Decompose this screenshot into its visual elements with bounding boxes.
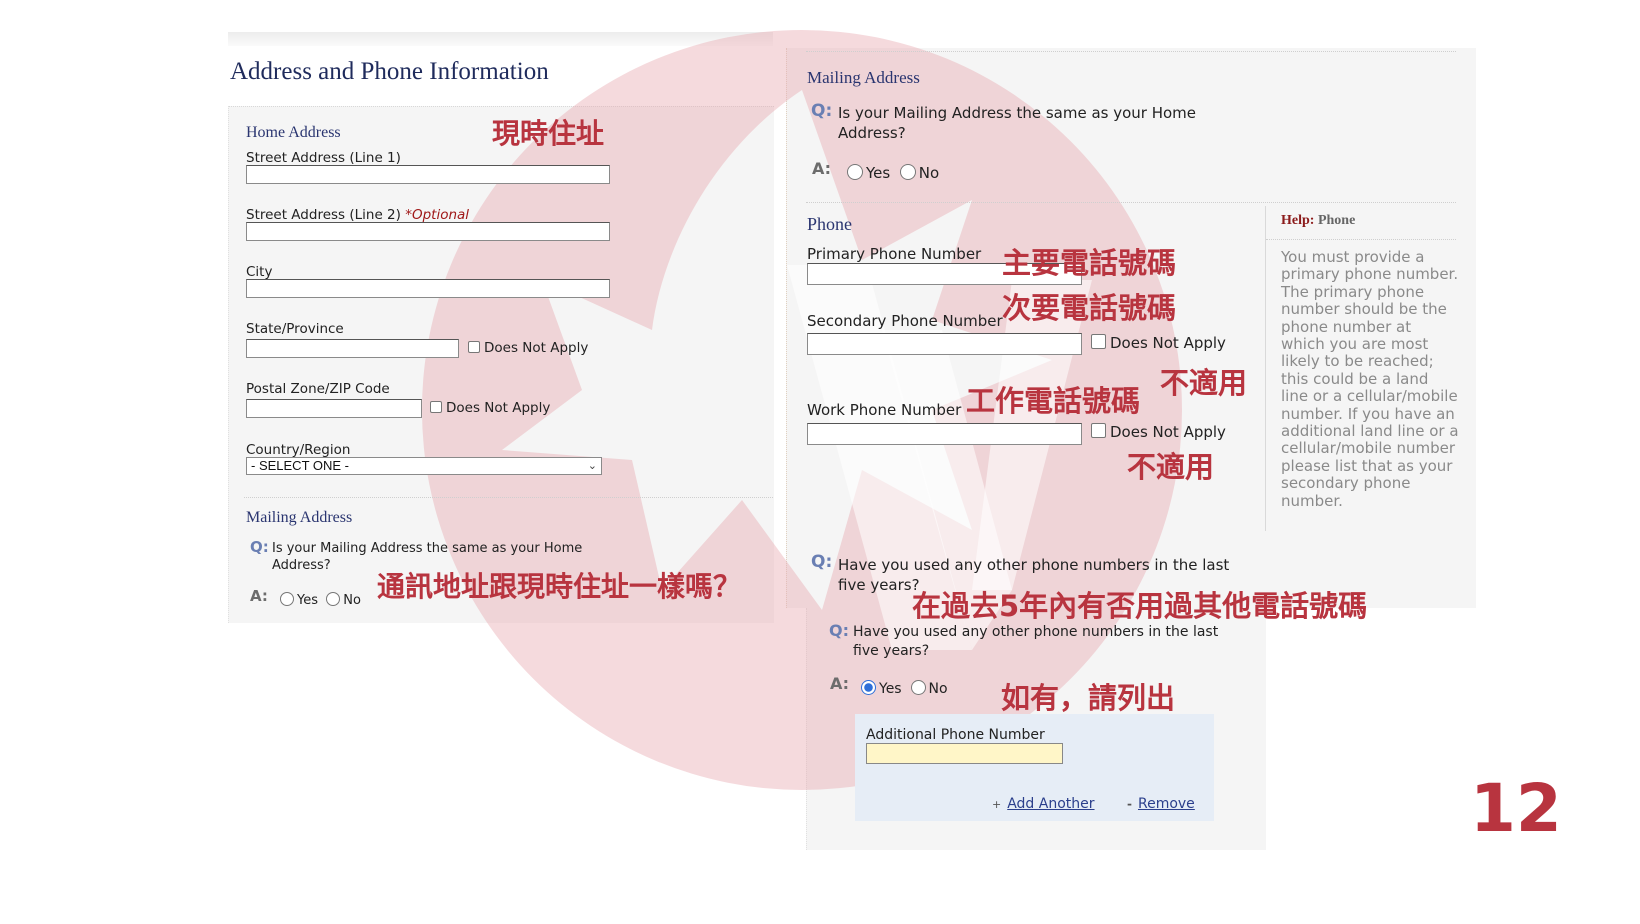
help-divider [1265,206,1266,531]
state-label: State/Province [246,321,344,337]
home-address-heading: Home Address [246,124,341,141]
mailing-left-yes-label: Yes [297,593,318,608]
help-title: Help: Phone [1281,213,1355,229]
state-input[interactable] [246,339,459,358]
mailing-right-answers: Yes No [847,164,939,182]
q-marker: Q: [829,621,849,640]
a-marker: A: [250,587,268,605]
mailing-right-yes-radio[interactable] [847,164,863,180]
mailing-left-no-label: No [343,593,361,608]
other-numbers-no-label: No [928,681,948,697]
q-marker: Q: [811,552,833,572]
zip-dna-checkbox[interactable] [430,401,442,413]
q-marker: Q: [811,101,833,121]
city-input[interactable] [246,279,610,298]
mailing-right-heading: Mailing Address [807,68,920,87]
street1-input[interactable] [246,165,610,184]
work-dna-label: Does Not Apply [1110,423,1226,441]
annotation-mailing-same: 通訊地址跟現時住址一樣嗎？ [377,570,742,603]
secondary-dna-checkbox[interactable] [1091,334,1106,349]
zip-dna-label: Does Not Apply [446,400,551,416]
divider [806,202,1456,203]
help-text: You must provide a primary phone number.… [1281,248,1459,510]
optional-marker: *Optional [405,207,470,223]
zip-input[interactable] [246,399,422,418]
street1-label: Street Address (Line 1) [246,150,401,166]
mailing-right-question: Is your Mailing Address the same as your… [838,104,1197,142]
chevron-down-icon: ⌄ [587,460,597,472]
divider [806,51,1456,52]
help-topic: Phone [1317,213,1356,228]
a-marker: A: [830,674,850,693]
remove-button[interactable]: - Remove [1127,793,1195,812]
page-number: 12 [1470,770,1562,847]
other-numbers-no-radio[interactable] [910,680,926,695]
mailing-right-no-label: No [918,164,940,182]
zip-label: Postal Zone/ZIP Code [246,381,390,397]
work-phone-input[interactable] [807,423,1082,445]
mailing-left-heading: Mailing Address [246,509,353,526]
other-numbers-yes-label: Yes [879,681,902,697]
annotation-home-address: 現時住址 [492,117,605,150]
other-numbers-lower-question: Have you used any other phone numbers in… [853,624,1219,659]
city-label: City [246,264,273,280]
phone-heading: Phone [807,214,852,234]
state-does-not-apply[interactable]: Does Not Apply [468,340,588,356]
page-title: Address and Phone Information [230,58,549,85]
add-another-button[interactable]: + Add Another [992,793,1095,812]
other-numbers-answers: Yes No [861,680,948,697]
zip-does-not-apply[interactable]: Does Not Apply [430,400,550,416]
mailing-left-yes-radio[interactable] [280,592,294,606]
mailing-left-answers: Yes No [280,592,361,608]
secondary-phone-label: Secondary Phone Number [807,312,1003,330]
street2-label: Street Address (Line 2) *Optional [246,207,469,223]
q-marker: Q: [250,538,269,556]
primary-phone-label: Primary Phone Number [807,245,982,263]
remove-link[interactable]: Remove [1138,796,1195,812]
state-dna-checkbox[interactable] [468,341,480,353]
annotation-secondary-dna: 不適用 [1160,366,1248,400]
street2-input[interactable] [246,222,610,241]
add-another-link[interactable]: Add Another [1007,796,1094,812]
country-selected-value: - SELECT ONE - [251,458,350,473]
additional-phone-label: Additional Phone Number [866,727,1045,743]
country-label: Country/Region [246,442,351,458]
work-phone-label: Work Phone Number [807,401,962,419]
divider [1266,239,1456,240]
state-dna-label: Does Not Apply [484,340,589,356]
annotation-work-phone: 工作電話號碼 [966,384,1141,418]
divider [244,497,773,498]
additional-phone-input[interactable] [866,743,1063,764]
annotation-primary-phone: 主要電話號碼 [1002,246,1177,280]
street2-label-text: Street Address (Line 2) [246,207,401,223]
secondary-does-not-apply[interactable]: Does Not Apply [1091,334,1226,352]
secondary-phone-input[interactable] [807,333,1082,355]
work-dna-checkbox[interactable] [1091,423,1106,438]
annotation-if-yes-list: 如有，請列出 [1001,681,1176,715]
a-marker: A: [812,159,832,178]
minus-icon: - [1127,797,1132,811]
annotation-work-dna: 不適用 [1127,450,1215,484]
plus-icon: + [992,798,1002,811]
help-prefix: Help: [1281,213,1315,228]
annotation-other-numbers: 在過去5年內有否用過其他電話號碼 [912,589,1368,623]
top-shade [228,32,773,46]
work-does-not-apply[interactable]: Does Not Apply [1091,423,1226,441]
secondary-dna-label: Does Not Apply [1110,334,1226,352]
other-numbers-yes-radio[interactable] [861,680,876,695]
mailing-right-yes-label: Yes [866,164,891,182]
mailing-right-no-radio[interactable] [899,164,916,180]
country-select[interactable]: - SELECT ONE - ⌄ [246,457,602,475]
mailing-left-no-radio[interactable] [326,592,341,606]
annotation-secondary-phone: 次要電話號碼 [1002,291,1177,325]
